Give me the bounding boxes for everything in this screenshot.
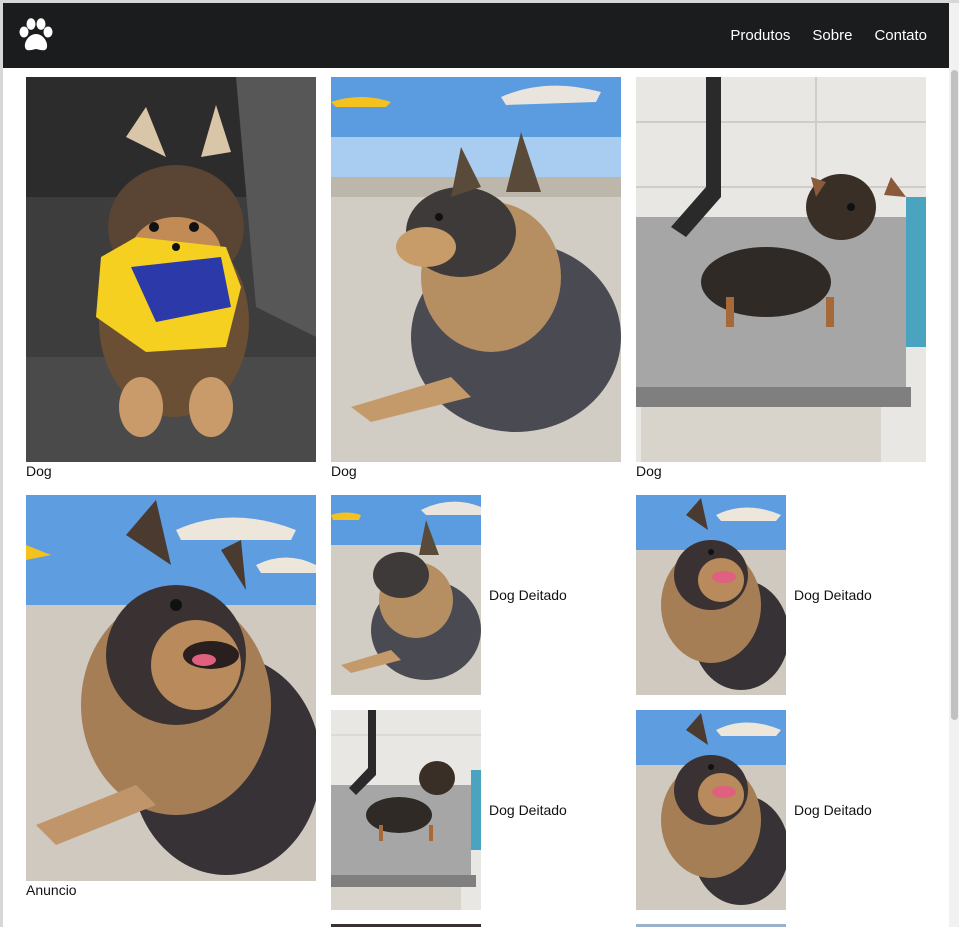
card-caption: Dog: [331, 463, 357, 479]
window-frame-left: [0, 0, 3, 927]
thumb-caption: Dog Deitado: [489, 587, 567, 603]
dog-thumb-4[interactable]: [636, 710, 786, 910]
featured-caption: Anuncio: [26, 882, 77, 898]
navbar: Produtos Sobre Contato: [3, 3, 949, 68]
thumb-caption: Dog Deitado: [489, 802, 567, 818]
brand-logo[interactable]: [16, 17, 56, 55]
nav-link-sobre[interactable]: Sobre: [812, 27, 852, 44]
thumb-caption: Dog Deitado: [794, 587, 872, 603]
thumb-caption: Dog Deitado: [794, 802, 872, 818]
dog-photo-beach[interactable]: [331, 77, 621, 462]
card-caption: Dog: [636, 463, 662, 479]
dog-photo-featured[interactable]: [26, 495, 316, 881]
scrollbar-thumb[interactable]: [951, 70, 958, 720]
dog-thumb-2[interactable]: [636, 495, 786, 695]
dog-thumb-1[interactable]: [331, 495, 481, 695]
nav-link-produtos[interactable]: Produtos: [730, 27, 790, 44]
nav-links: Produtos Sobre Contato: [708, 3, 927, 68]
dog-photo-wet[interactable]: [636, 77, 926, 462]
dog-photo-sweater[interactable]: [26, 77, 316, 462]
paw-icon: [19, 18, 53, 51]
dog-thumb-3[interactable]: [331, 710, 481, 910]
card-caption: Dog: [26, 463, 52, 479]
nav-link-contato[interactable]: Contato: [874, 27, 927, 44]
